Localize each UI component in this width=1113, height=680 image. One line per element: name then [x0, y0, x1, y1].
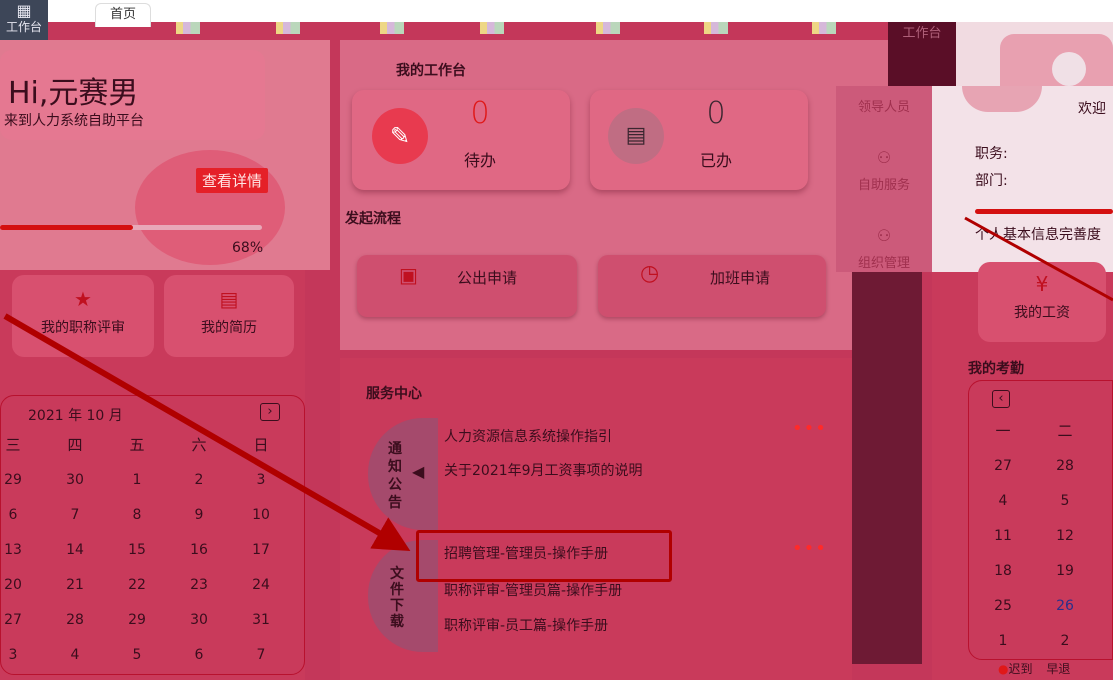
pointer-arrow [964, 216, 1113, 302]
annotation-arrows [3, 216, 1113, 552]
pointer-arrow [3, 313, 411, 552]
